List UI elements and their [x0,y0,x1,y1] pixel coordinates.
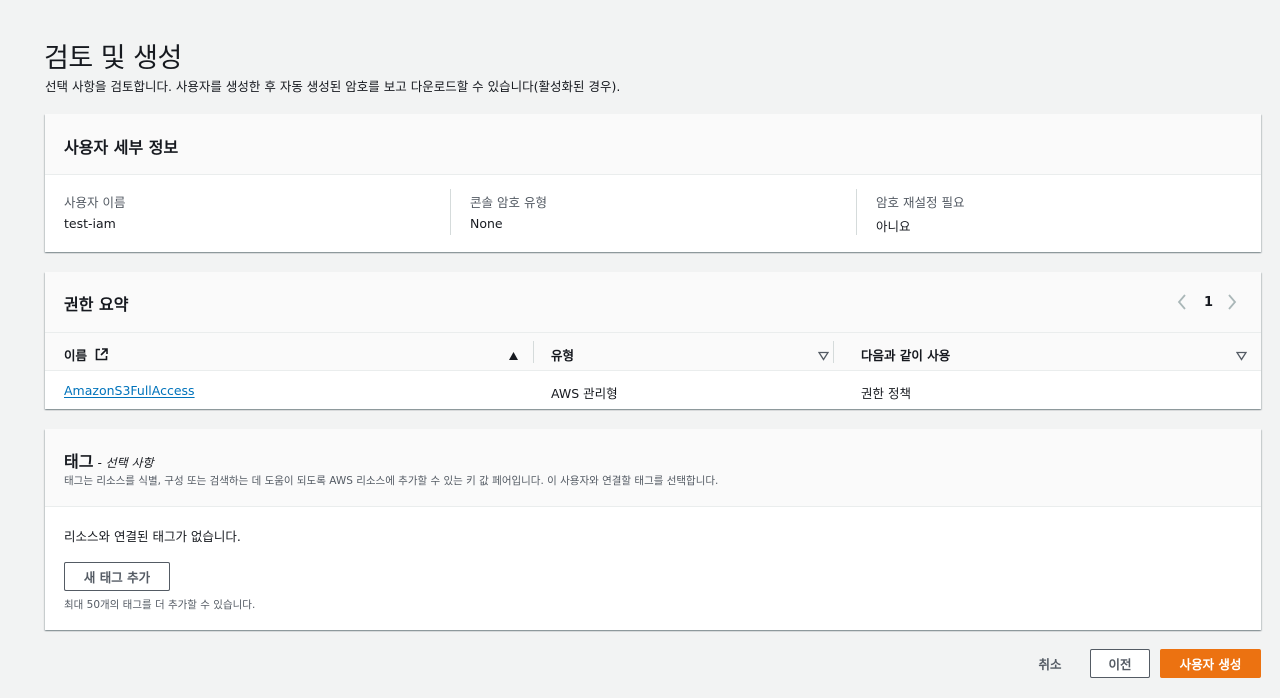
sort-icon[interactable] [817,346,830,365]
column-header-used-as[interactable]: 다음과 같이 사용 [833,333,1261,371]
kv-label: 암호 재설정 필요 [876,195,965,210]
previous-button[interactable]: 이전 [1090,649,1150,678]
tags-description: 태그는 리소스를 식별, 구성 또는 검색하는 데 도움이 되도록 AWS 리소… [64,475,719,487]
permissions-title: 권한 요약 [64,295,129,314]
pagination: 1 [1175,292,1239,312]
user-details-header: 사용자 세부 정보 [45,114,1261,175]
tags-limit-hint: 최대 50개의 태그를 더 추가할 수 있습니다. [64,599,256,611]
column-header-name[interactable]: 이름 [45,333,533,371]
user-details-title: 사용자 세부 정보 [64,138,179,157]
tags-empty-state: 리소스와 연결된 태그가 없습니다. [64,529,241,544]
page-title: 검토 및 생성 [44,43,182,74]
next-page-icon[interactable] [1225,292,1239,312]
tags-title: 태그 [64,452,94,471]
kv-label: 콘솔 암호 유형 [470,195,547,210]
add-tag-button[interactable]: 새 태그 추가 [64,562,170,591]
kv-user-name: 사용자 이름 test-iam [64,189,450,235]
column-header-type[interactable]: 유형 [533,333,833,371]
page-description: 선택 사항을 검토합니다. 사용자를 생성한 후 자동 생성된 암호를 보고 다… [45,79,621,94]
review-create-page: 검토 및 생성 선택 사항을 검토합니다. 사용자를 생성한 후 자동 생성된 … [0,0,1280,698]
policy-type-cell: AWS 관리형 [551,386,618,401]
policy-link[interactable]: AmazonS3FullAccess [64,383,195,398]
policy-used-as-cell: 권한 정책 [861,386,911,401]
kv-value: None [470,216,503,231]
optional-label: - 선택 사항 [97,456,154,470]
cancel-button[interactable]: 취소 [1024,649,1076,678]
previous-page-icon[interactable] [1175,292,1189,312]
sort-ascending-icon[interactable] [508,346,519,365]
column-label: 다음과 같이 사용 [861,348,951,363]
column-label: 이름 [64,345,109,364]
column-label: 유형 [551,348,575,363]
kv-console-password-type: 콘솔 암호 유형 None [450,189,856,235]
kv-value: 아니요 [876,219,911,234]
kv-label: 사용자 이름 [64,195,126,210]
permissions-header: 권한 요약 1 [45,272,1261,333]
create-user-button[interactable]: 사용자 생성 [1160,649,1261,678]
tags-title-group: 태그 - 선택 사항 [64,448,154,472]
user-details-panel: 사용자 세부 정보 사용자 이름 test-iam 콘솔 암호 유형 None … [45,114,1261,252]
permissions-summary-panel: 권한 요약 1 이름 유형 다음과 같이 사용 AmazonS3FullAcce… [45,272,1261,409]
policy-name-cell: AmazonS3FullAccess [64,383,195,398]
page-number[interactable]: 1 [1204,295,1213,310]
external-link-icon [95,348,109,364]
tags-header: 태그 - 선택 사항 태그는 리소스를 식별, 구성 또는 검색하는 데 도움이 … [45,429,1261,507]
kv-value: test-iam [64,216,116,231]
table-row: AmazonS3FullAccess AWS 관리형 권한 정책 [45,371,1261,409]
kv-password-reset: 암호 재설정 필요 아니요 [856,189,1246,235]
sort-icon[interactable] [1235,346,1248,365]
tags-panel: 태그 - 선택 사항 태그는 리소스를 식별, 구성 또는 검색하는 데 도움이 … [45,429,1261,630]
table-header: 이름 유형 다음과 같이 사용 [45,333,1261,371]
